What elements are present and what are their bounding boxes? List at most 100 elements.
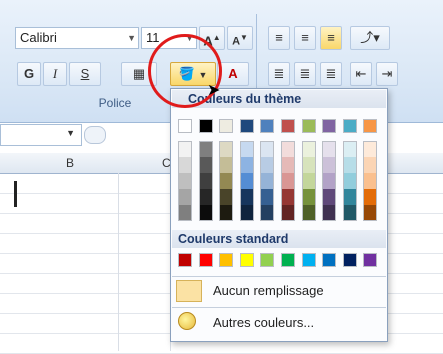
- theme-shade-swatch[interactable]: [342, 141, 357, 157]
- theme-color-swatch[interactable]: [281, 119, 295, 133]
- theme-shade-swatch[interactable]: [219, 157, 234, 173]
- bold-button[interactable]: G: [17, 62, 41, 86]
- theme-shade-swatch[interactable]: [322, 157, 337, 173]
- decrease-indent-button[interactable]: ⇤: [350, 62, 372, 86]
- underline-button[interactable]: S: [69, 62, 101, 86]
- no-fill-menu-item[interactable]: Aucun remplissage: [213, 283, 324, 298]
- align-middle-button[interactable]: ≡: [294, 26, 316, 50]
- align-left-button[interactable]: ≣: [268, 62, 290, 86]
- theme-shade-swatch[interactable]: [219, 141, 234, 157]
- theme-shade-swatch[interactable]: [342, 205, 357, 221]
- font-name-box[interactable]: Calibri ▼: [15, 27, 139, 49]
- orientation-button[interactable]: ⤴▾: [350, 26, 390, 50]
- theme-shade-swatch[interactable]: [281, 157, 295, 173]
- theme-shade-swatch[interactable]: [260, 141, 275, 157]
- no-fill-swatch-icon: [176, 280, 202, 302]
- theme-shade-swatch[interactable]: [322, 141, 337, 157]
- theme-shade-swatch[interactable]: [178, 205, 192, 221]
- theme-color-swatch[interactable]: [260, 119, 275, 133]
- theme-shade-swatch[interactable]: [198, 173, 213, 189]
- increase-indent-button[interactable]: ⇥: [376, 62, 398, 86]
- theme-shade-swatch[interactable]: [260, 205, 275, 221]
- theme-shade-swatch[interactable]: [281, 189, 295, 205]
- theme-shade-swatch[interactable]: [178, 141, 192, 157]
- theme-color-swatch[interactable]: [301, 119, 316, 133]
- active-cell-border: [14, 181, 17, 207]
- theme-shade-swatch[interactable]: [239, 157, 254, 173]
- theme-shade-swatch[interactable]: [342, 157, 357, 173]
- column-c-header[interactable]: C: [118, 153, 171, 173]
- theme-color-swatch[interactable]: [198, 119, 213, 133]
- theme-shade-swatch[interactable]: [219, 189, 234, 205]
- theme-shade-swatch[interactable]: [301, 205, 316, 221]
- theme-color-swatch[interactable]: [342, 119, 357, 133]
- standard-color-swatch[interactable]: [363, 253, 378, 267]
- theme-shade-swatch[interactable]: [198, 205, 213, 221]
- standard-color-swatch[interactable]: [178, 253, 192, 267]
- theme-shade-swatch[interactable]: [342, 189, 357, 205]
- theme-color-swatch[interactable]: [363, 119, 378, 133]
- theme-shade-swatch[interactable]: [260, 173, 275, 189]
- theme-shade-swatch[interactable]: [281, 141, 295, 157]
- theme-shade-swatch[interactable]: [198, 189, 213, 205]
- standard-color-swatch[interactable]: [301, 253, 316, 267]
- formula-bar-handle[interactable]: [84, 126, 106, 144]
- theme-shade-swatch[interactable]: [363, 173, 378, 189]
- chevron-down-icon[interactable]: ▼: [66, 128, 75, 138]
- theme-shade-swatch[interactable]: [322, 173, 337, 189]
- theme-shade-swatch[interactable]: [322, 189, 337, 205]
- standard-color-swatch[interactable]: [322, 253, 337, 267]
- shrink-font-button[interactable]: A▼: [227, 26, 253, 50]
- theme-shade-swatch[interactable]: [301, 173, 316, 189]
- align-bottom-button[interactable]: ≡: [320, 26, 342, 50]
- theme-color-swatch[interactable]: [178, 119, 192, 133]
- name-box[interactable]: ▼: [0, 124, 82, 146]
- theme-shade-swatch[interactable]: [301, 189, 316, 205]
- standard-color-swatch[interactable]: [198, 253, 213, 267]
- theme-color-swatch[interactable]: [219, 119, 234, 133]
- theme-shade-swatch[interactable]: [281, 205, 295, 221]
- more-colors-menu-item[interactable]: Autres couleurs...: [213, 315, 314, 330]
- theme-shade-swatch[interactable]: [178, 157, 192, 173]
- theme-color-swatch[interactable]: [322, 119, 337, 133]
- standard-color-swatch[interactable]: [342, 253, 357, 267]
- standard-color-swatch[interactable]: [219, 253, 234, 267]
- theme-shade-swatch[interactable]: [260, 157, 275, 173]
- align-center-button[interactable]: ≣: [294, 62, 316, 86]
- theme-shade-swatch[interactable]: [342, 173, 357, 189]
- theme-shade-swatch[interactable]: [198, 157, 213, 173]
- theme-shade-swatch[interactable]: [260, 189, 275, 205]
- menu-divider: [172, 276, 386, 277]
- align-left-icon: ≣: [273, 66, 285, 81]
- column-b-header[interactable]: B: [22, 153, 118, 173]
- theme-shade-swatch[interactable]: [178, 173, 192, 189]
- theme-shade-swatch[interactable]: [219, 173, 234, 189]
- no-fill-label: Aucun remplissage: [213, 283, 324, 298]
- standard-color-swatch[interactable]: [260, 253, 275, 267]
- italic-button[interactable]: I: [43, 62, 67, 86]
- theme-shade-swatch[interactable]: [363, 157, 378, 173]
- theme-shade-swatch[interactable]: [239, 173, 254, 189]
- theme-shade-swatch[interactable]: [301, 141, 316, 157]
- theme-shade-swatch[interactable]: [198, 141, 213, 157]
- increase-indent-icon: ⇥: [381, 66, 393, 81]
- align-top-button[interactable]: ≡: [268, 26, 290, 50]
- theme-shade-swatch[interactable]: [281, 173, 295, 189]
- theme-shade-swatch[interactable]: [239, 141, 254, 157]
- theme-shade-swatch[interactable]: [363, 189, 378, 205]
- theme-color-swatch[interactable]: [239, 119, 254, 133]
- theme-shade-swatch[interactable]: [322, 205, 337, 221]
- theme-shade-swatch[interactable]: [363, 141, 378, 157]
- standard-color-swatch[interactable]: [281, 253, 295, 267]
- theme-shade-swatch[interactable]: [301, 157, 316, 173]
- align-right-button[interactable]: ≣: [320, 62, 342, 86]
- standard-color-swatch[interactable]: [239, 253, 254, 267]
- chevron-down-icon[interactable]: ▼: [127, 28, 136, 48]
- fill-color-dropdown: Couleurs du thème Couleurs standard Aucu…: [170, 88, 388, 342]
- theme-shade-swatch[interactable]: [363, 205, 378, 221]
- theme-shade-swatch[interactable]: [219, 205, 234, 221]
- theme-shade-swatch[interactable]: [239, 205, 254, 221]
- theme-shade-swatch[interactable]: [239, 189, 254, 205]
- theme-shade-swatch[interactable]: [178, 189, 192, 205]
- standard-colors-header: Couleurs standard: [172, 230, 386, 248]
